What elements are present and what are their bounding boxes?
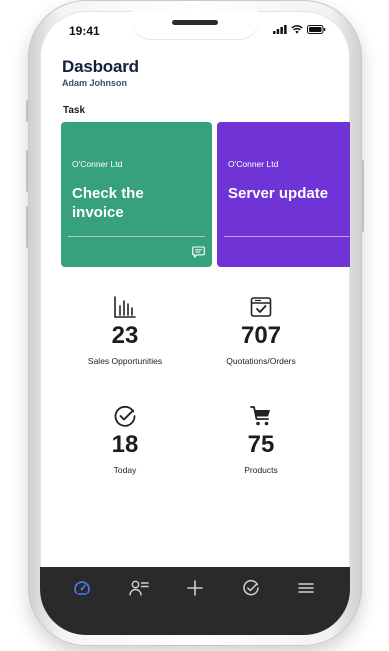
header: Dasboard Adam Johnson [62, 57, 139, 88]
task-section-label: Task [63, 105, 86, 116]
task-carousel[interactable]: O'Conner Ltd Check the invoice O'Conner … [61, 122, 350, 268]
cellular-signal-icon [273, 25, 287, 34]
task-title: Check the invoice [72, 185, 144, 221]
tab-contacts[interactable] [119, 573, 159, 603]
stat-value: 18 [111, 431, 139, 458]
dashboard-gauge-icon [74, 581, 90, 595]
tab-menu[interactable] [286, 573, 326, 603]
menu-icon [298, 583, 314, 593]
stat-label: Today [113, 465, 137, 475]
tab-tasks[interactable] [231, 573, 271, 603]
device-notch [132, 11, 258, 39]
stat-today[interactable]: 18 Today [50, 404, 200, 475]
document-check-icon [250, 297, 272, 317]
check-circle-icon [243, 579, 259, 596]
task-card-check-invoice[interactable]: O'Conner Ltd Check the invoice [61, 122, 212, 267]
status-icons [273, 25, 326, 34]
cart-icon [250, 406, 270, 426]
task-title: Server update [228, 185, 329, 202]
stat-sales-opportunities[interactable]: 23 Sales Opportunities [50, 295, 200, 366]
stat-value: 707 [240, 322, 282, 349]
stat-value: 23 [111, 322, 139, 349]
plus-icon [187, 580, 203, 596]
comment-icon[interactable] [192, 246, 205, 258]
wifi-icon [291, 25, 303, 34]
contacts-list-icon [129, 580, 149, 596]
task-divider [68, 236, 205, 237]
status-time: 19:41 [69, 24, 100, 38]
stat-products[interactable]: 75 Products [186, 404, 336, 475]
task-company: O'Conner Ltd [72, 159, 123, 169]
page-title: Dasboard [62, 57, 139, 76]
task-card-server-update[interactable]: O'Conner Ltd Server update [217, 122, 350, 267]
device-stage: 19:41 Dasboard Adam Johnson Task O'Conne… [0, 0, 389, 651]
stat-label: Products [244, 465, 278, 475]
stat-quotations-orders[interactable]: 707 Quotations/Orders [186, 295, 336, 366]
stat-label: Sales Opportunities [87, 356, 163, 366]
bar-chart-icon [114, 296, 136, 318]
tab-dashboard[interactable] [62, 573, 102, 603]
tab-add[interactable] [175, 573, 215, 603]
user-name: Adam Johnson [62, 78, 128, 88]
stat-value: 75 [247, 431, 275, 458]
bottom-tab-bar [40, 567, 350, 635]
task-company: O'Conner Ltd [228, 159, 279, 169]
earpiece-speaker [172, 20, 218, 25]
stat-label: Quotations/Orders [226, 356, 296, 366]
check-circle-icon [114, 405, 136, 427]
phone-screen: 19:41 Dasboard Adam Johnson Task O'Conne… [40, 11, 350, 635]
battery-icon [307, 25, 326, 34]
task-divider [224, 236, 350, 237]
